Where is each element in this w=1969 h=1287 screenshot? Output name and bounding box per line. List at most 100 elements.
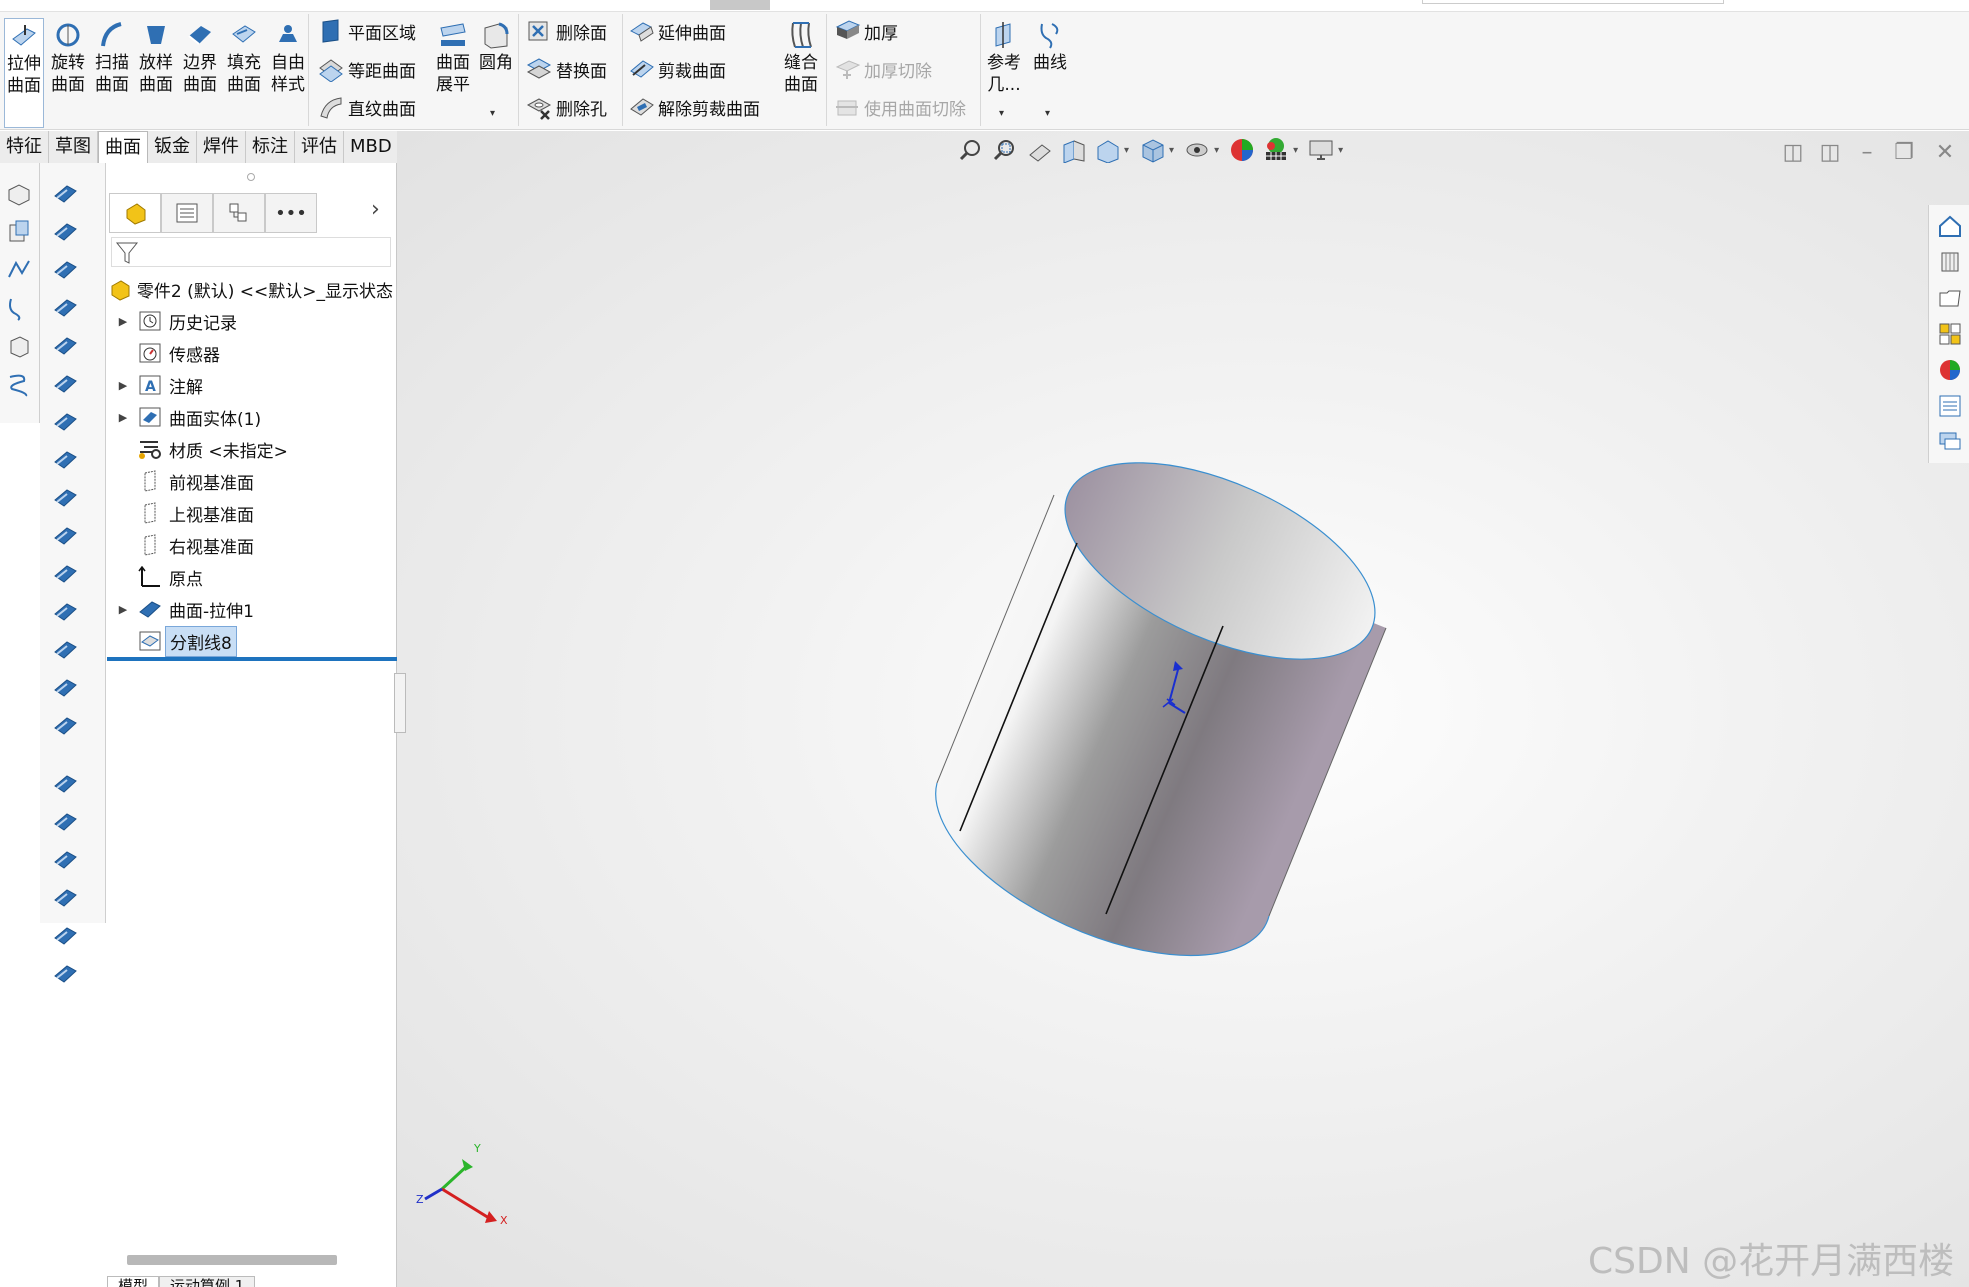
trim-surface-icon[interactable]	[48, 709, 82, 743]
rollback-bar[interactable]	[107, 657, 397, 661]
view-settings-dropdown-icon[interactable]: ▾	[1338, 145, 1343, 156]
view-orientation-dropdown-icon[interactable]: ▾	[1124, 145, 1129, 156]
expand-arrow-icon[interactable]: ▶	[115, 379, 131, 392]
untrim-surface-button[interactable]: 解除剪裁曲面	[624, 92, 760, 122]
feature-manager-tab[interactable]	[109, 193, 161, 233]
close-icon[interactable]: ✕	[1930, 140, 1960, 165]
expand-arrow-icon[interactable]: ▶	[115, 603, 131, 616]
display-style-icon[interactable]	[1135, 134, 1169, 166]
ribbon-button-swept-surface[interactable]: 扫描 曲面	[92, 18, 132, 96]
tab-5[interactable]: 标注	[246, 131, 295, 163]
chevron-right-icon[interactable]: ›	[371, 197, 380, 222]
replace-face-button[interactable]: 替换面	[522, 54, 607, 84]
thicken-icon[interactable]	[48, 805, 82, 839]
tree-item[interactable]: 材质 <未指定>	[107, 433, 397, 465]
planar-surface-icon[interactable]	[48, 405, 82, 439]
forum-icon[interactable]	[1933, 425, 1967, 459]
boundary-surface-icon[interactable]	[48, 329, 82, 363]
panel-collapse-handle[interactable]	[394, 673, 406, 733]
revolved-surface-icon[interactable]	[48, 215, 82, 249]
design-library-icon[interactable]	[1933, 245, 1967, 279]
cylinder-surface[interactable]	[935, 422, 1404, 957]
panel-grip-icon[interactable]	[247, 173, 255, 181]
knit-surface-icon[interactable]	[48, 633, 82, 667]
ribbon-button-boundary-surface[interactable]: 边界 曲面	[180, 18, 220, 96]
curves-button[interactable]: 曲线	[1030, 18, 1070, 74]
view-palette-icon[interactable]	[1933, 317, 1967, 351]
tab-0[interactable]: 特征	[0, 131, 49, 163]
tree-item[interactable]: 前视基准面	[107, 465, 397, 497]
horizontal-scrollbar[interactable]	[127, 1255, 337, 1265]
minimize-icon[interactable]: –	[1852, 140, 1882, 165]
planar-surface-button[interactable]: 平面区域	[314, 16, 416, 46]
delete-face-icon[interactable]	[48, 557, 82, 591]
assembly-icon[interactable]	[2, 215, 36, 249]
section-view-icon[interactable]	[1056, 134, 1090, 166]
ribbon-button-lofted-surface[interactable]: 放样 曲面	[136, 18, 176, 96]
ribbon-button-extruded-surface[interactable]: 拉伸 曲面	[4, 18, 44, 128]
hide-show-items-icon[interactable]	[1180, 134, 1214, 166]
delete-face-button[interactable]: 删除面	[522, 16, 607, 46]
offset-surface-button[interactable]: 等距曲面	[314, 54, 416, 84]
tab-1[interactable]: 草图	[49, 131, 98, 163]
thicken-button[interactable]: 加厚	[830, 16, 898, 46]
freeform-icon[interactable]	[48, 443, 82, 477]
view-orientation-icon[interactable]	[1090, 134, 1124, 166]
appearances-icon[interactable]	[1933, 353, 1967, 387]
expand-arrow-icon[interactable]: ▶	[115, 315, 131, 328]
curves-icon[interactable]	[48, 957, 82, 991]
sketch-icon[interactable]	[2, 253, 36, 287]
fillet-button[interactable]: 圆角	[476, 18, 516, 74]
tree-root[interactable]: 零件2 (默认) <<默认>_显示状态	[107, 273, 397, 305]
ribbon-button-filled-surface[interactable]: 填充 曲面	[224, 18, 264, 96]
ribbon-button-revolved-surface[interactable]: 旋转 曲面	[48, 18, 88, 96]
graphics-area[interactable]: Y X Z	[397, 131, 1969, 1287]
property-manager-tab[interactable]	[161, 193, 213, 233]
zoom-to-area-icon[interactable]	[988, 134, 1022, 166]
ruled-surface-icon[interactable]	[48, 519, 82, 553]
custom-properties-icon[interactable]	[1933, 389, 1967, 423]
zoom-to-fit-icon[interactable]	[954, 134, 988, 166]
tree-item[interactable]: ▶ 历史记录	[107, 305, 397, 337]
replace-face-icon[interactable]	[48, 595, 82, 629]
restore-icon[interactable]: ❐	[1889, 140, 1919, 165]
tree-item[interactable]: 分割线8	[107, 625, 397, 657]
apply-scene-icon[interactable]	[1259, 134, 1293, 166]
ribbon-button-freeform[interactable]: 自由 样式	[268, 18, 308, 96]
reference-geometry-icon[interactable]	[48, 919, 82, 953]
thicken-cut-button[interactable]: 加厚切除	[830, 54, 932, 84]
expand-arrow-icon[interactable]: ▶	[115, 411, 131, 424]
apply-scene-dropdown-icon[interactable]: ▾	[1293, 145, 1298, 156]
bottom-tab-0[interactable]: 模型	[107, 1276, 160, 1287]
view-settings-icon[interactable]	[1304, 134, 1338, 166]
ruled-surface-button[interactable]: 直纹曲面	[314, 92, 416, 122]
tile-right-icon[interactable]: ◫	[1815, 140, 1845, 165]
tree-item[interactable]: ▶ 曲面-拉伸1	[107, 593, 397, 625]
tree-filter-field[interactable]	[111, 237, 391, 267]
configuration-manager-tab[interactable]	[213, 193, 265, 233]
tree-item[interactable]: 原点	[107, 561, 397, 593]
trim-surface-button[interactable]: 剪裁曲面	[624, 54, 726, 84]
extruded-surface-icon[interactable]	[48, 177, 82, 211]
drawing-icon[interactable]	[2, 329, 36, 363]
helix-icon[interactable]	[2, 367, 36, 401]
bottom-tab-1[interactable]: 运动算例 1	[159, 1276, 256, 1287]
hide-show-dropdown-icon[interactable]: ▾	[1214, 145, 1219, 156]
extend-surface-button[interactable]: 延伸曲面	[624, 16, 726, 46]
offset-surface-icon[interactable]	[48, 481, 82, 515]
lofted-surface-icon[interactable]	[48, 291, 82, 325]
file-explorer-icon[interactable]	[1933, 281, 1967, 315]
filled-surface-icon[interactable]	[48, 367, 82, 401]
cut-with-surface-button[interactable]: 使用曲面切除	[830, 92, 966, 122]
more-tabs-icon[interactable]: •••	[265, 193, 317, 233]
tile-left-icon[interactable]: ◫	[1778, 140, 1808, 165]
extend-surface-icon[interactable]	[48, 671, 82, 705]
fillet-icon[interactable]	[48, 881, 82, 915]
fillet-dropdown-icon[interactable]: ▾	[490, 108, 495, 119]
flatten-surface-button[interactable]: 曲面 展平	[432, 18, 474, 96]
tree-item[interactable]: 上视基准面	[107, 497, 397, 529]
previous-view-icon[interactable]	[1022, 134, 1056, 166]
tree-item[interactable]: 右视基准面	[107, 529, 397, 561]
knit-surface-button[interactable]: 缝合 曲面	[778, 18, 824, 96]
tree-item[interactable]: 传感器	[107, 337, 397, 369]
